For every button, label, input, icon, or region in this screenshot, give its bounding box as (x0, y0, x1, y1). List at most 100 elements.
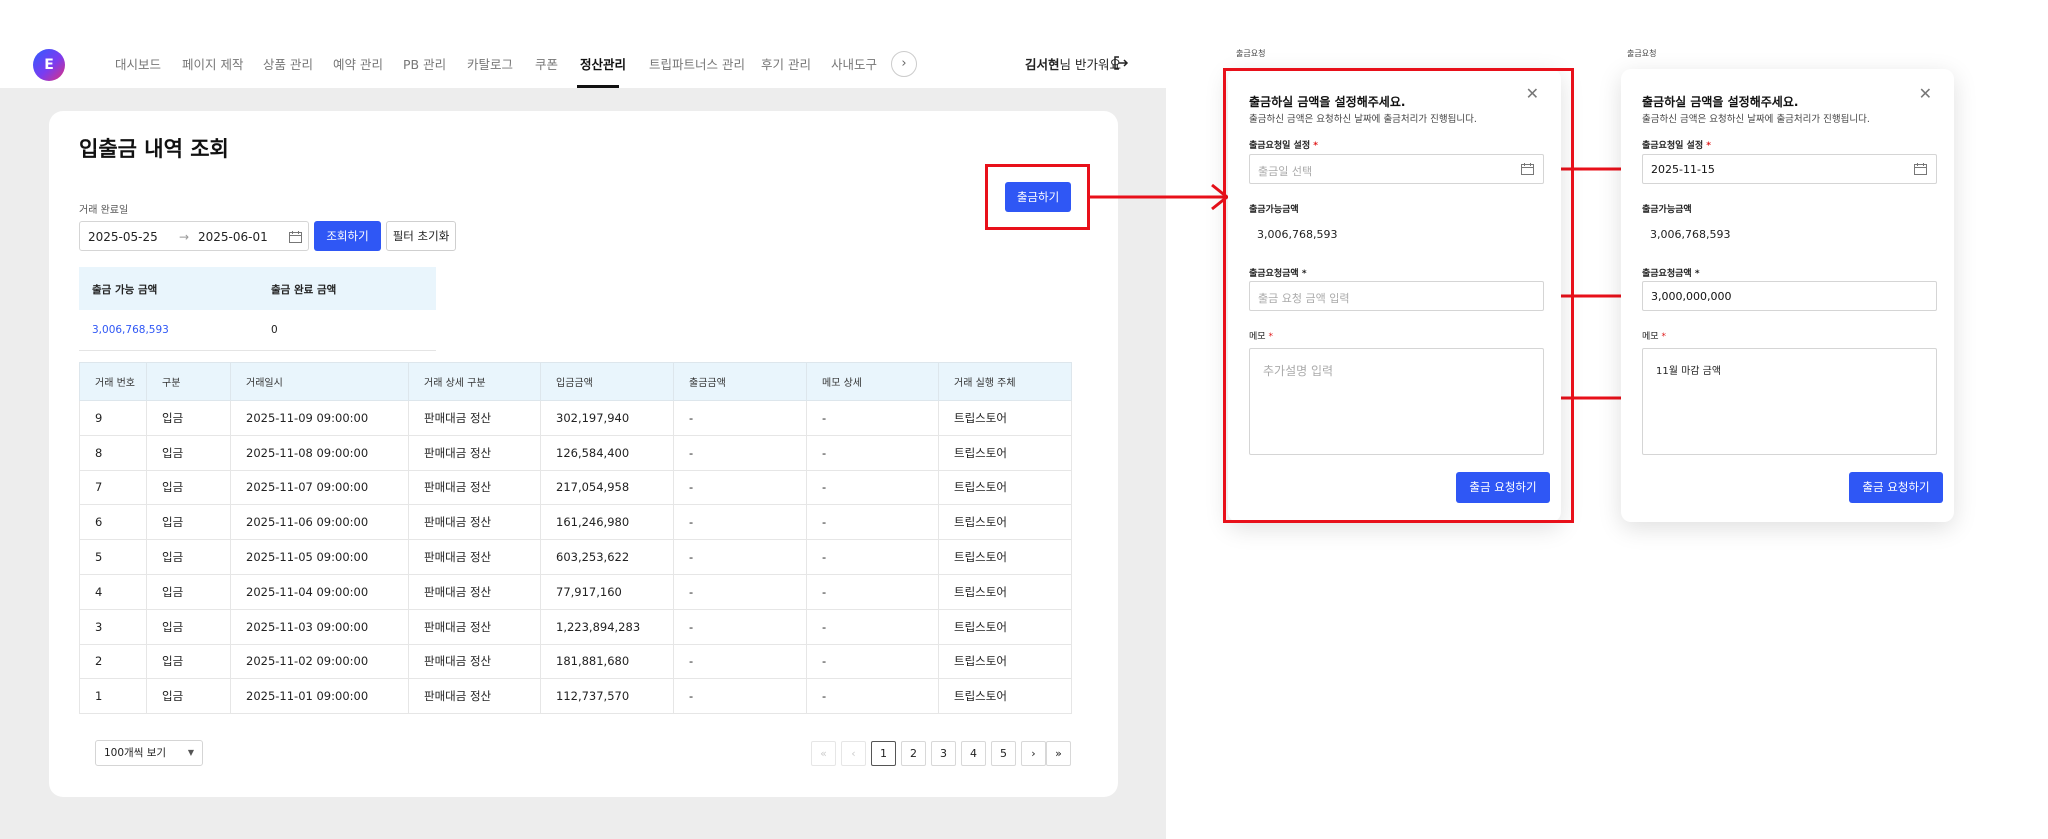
submit-withdraw-request-button[interactable]: 출금 요청하기 (1849, 472, 1943, 503)
first-page-button[interactable]: « (811, 741, 836, 766)
date-field-label: 출금요청일 설정 * (1642, 138, 1711, 151)
prev-page-button[interactable]: ‹ (841, 741, 866, 766)
table-row[interactable]: 1 입금 2025-11-01 09:00:00 판매대금 정산 112,737,570… (79, 678, 1072, 715)
table-row[interactable]: 9 입금 2025-11-09 09:00:00 판매대금 정산 302,197,940… (79, 400, 1072, 436)
memo-textarea[interactable]: 11월 마감 금액 (1642, 348, 1937, 455)
cell-deposit: 1,223,894,283 (540, 609, 674, 645)
cell-detail-type: 판매대금 정산 (408, 539, 541, 575)
cell-datetime: 2025-11-06 09:00:00 (230, 504, 409, 541)
available-amount: 3,006,768,593 (92, 324, 169, 336)
cell-detail-type: 판매대금 정산 (408, 644, 541, 680)
user-greeting: 김서현님 반가워요 (1025, 54, 1121, 73)
cell-datetime: 2025-11-09 09:00:00 (230, 400, 409, 436)
page-size-select[interactable]: 100개씩 보기 ▼ (95, 740, 203, 766)
cell-type: 입금 (146, 400, 231, 436)
cell-detail-type: 판매대금 정산 (408, 435, 541, 471)
calendar-icon[interactable] (289, 231, 302, 243)
table-row[interactable]: 6 입금 2025-11-06 09:00:00 판매대금 정산 161,246,980… (79, 504, 1072, 541)
cell-memo: - (806, 539, 939, 575)
nav-item-dashboard[interactable]: 대시보드 (115, 54, 161, 73)
date-to[interactable]: 2025-06-01 (198, 230, 268, 244)
nav-item-internal-tools[interactable]: 사내도구 (831, 54, 877, 73)
cell-deposit: 302,197,940 (540, 400, 674, 436)
cell-withdrawal: - (673, 609, 807, 645)
cell-executor: 트립스토어 (938, 470, 1072, 506)
date-label-text: 출금요청일 설정 (1642, 141, 1704, 151)
page-button-4[interactable]: 4 (961, 741, 986, 766)
cell-detail-type: 판매대금 정산 (408, 470, 541, 506)
memo-value: 11월 마감 금액 (1656, 366, 1722, 377)
search-button[interactable]: 조회하기 (314, 221, 381, 251)
close-icon[interactable]: ✕ (1919, 84, 1932, 103)
cell-withdrawal: - (673, 539, 807, 575)
cell-detail-type: 판매대금 정산 (408, 609, 541, 645)
table-row[interactable]: 5 입금 2025-11-05 09:00:00 판매대금 정산 603,253,622… (79, 539, 1072, 575)
summary-available-header: 출금 가능 금액 (92, 284, 158, 296)
amount-label-text: 출금요청금액 (1642, 269, 1692, 279)
table-row[interactable]: 2 입금 2025-11-02 09:00:00 판매대금 정산 181,881,680… (79, 644, 1072, 680)
date-range-label: 거래 완료일 (79, 205, 129, 216)
cell-executor: 트립스토어 (938, 644, 1072, 680)
cell-deposit: 112,737,570 (540, 678, 674, 715)
nav-item-pb[interactable]: PB 관리 (403, 54, 446, 73)
cell-executor: 트립스토어 (938, 435, 1072, 471)
cell-detail-type: 판매대금 정산 (408, 400, 541, 436)
cell-tx-no: 4 (79, 574, 147, 610)
completed-amount: 0 (271, 324, 278, 336)
table-row[interactable]: 8 입금 2025-11-08 09:00:00 판매대금 정산 126,584,400… (79, 435, 1072, 471)
top-navigation: E 대시보드 페이지 제작 상품 관리 예약 관리 PB 관리 카탈로그 쿠폰 … (0, 0, 1166, 88)
logout-icon[interactable] (1113, 55, 1129, 71)
page-button-1[interactable]: 1 (871, 741, 896, 766)
nav-item-reservations[interactable]: 예약 관리 (333, 54, 383, 73)
date-range-picker[interactable]: 2025-05-25 → 2025-06-01 (79, 221, 309, 251)
memo-label-text: 메모 (1642, 332, 1659, 342)
chevron-right-icon[interactable]: › (891, 51, 917, 77)
cell-withdrawal: - (673, 644, 807, 680)
nav-item-products[interactable]: 상품 관리 (263, 54, 313, 73)
cell-executor: 트립스토어 (938, 678, 1072, 715)
nav-item-coupons[interactable]: 쿠폰 (535, 54, 558, 73)
cell-memo: - (806, 574, 939, 610)
withdraw-date-input[interactable]: 2025-11-15 (1642, 154, 1937, 184)
date-value: 2025-11-15 (1651, 163, 1715, 176)
cell-type: 입금 (146, 504, 231, 541)
last-page-button[interactable]: » (1046, 741, 1071, 766)
cell-tx-no: 8 (79, 435, 147, 471)
amount-field-label: 출금요청금액 * (1642, 266, 1700, 279)
nav-item-trip-partners[interactable]: 트립파트너스 관리 (649, 54, 745, 73)
page-button-5[interactable]: 5 (991, 741, 1016, 766)
calendar-icon[interactable] (1914, 163, 1927, 175)
cell-memo: - (806, 470, 939, 506)
page-button-3[interactable]: 3 (931, 741, 956, 766)
col-header-tx-no: 거래 번호 (79, 362, 147, 401)
modal-subtitle: 출금하신 금액은 요청하신 날짜에 출금처리가 진행됩니다. (1642, 114, 1870, 125)
cell-memo: - (806, 504, 939, 541)
nav-item-settlement[interactable]: 정산관리 (580, 54, 626, 73)
cell-tx-no: 3 (79, 609, 147, 645)
cell-type: 입금 (146, 539, 231, 575)
table-row[interactable]: 7 입금 2025-11-07 09:00:00 판매대금 정산 217,054,958… (79, 470, 1072, 506)
nav-item-reviews[interactable]: 후기 관리 (761, 54, 811, 73)
cell-deposit: 161,246,980 (540, 504, 674, 541)
cell-memo: - (806, 609, 939, 645)
withdraw-amount-input[interactable]: 3,000,000,000 (1642, 281, 1937, 311)
col-header-executor: 거래 실행 주체 (938, 362, 1072, 401)
modal-title: 출금하실 금액을 설정해주세요. (1642, 95, 1799, 109)
nav-item-catalog[interactable]: 카탈로그 (467, 54, 513, 73)
app-logo[interactable]: E (33, 49, 65, 81)
page-button-2[interactable]: 2 (901, 741, 926, 766)
available-value: 3,006,768,593 (1650, 228, 1731, 241)
table-row[interactable]: 3 입금 2025-11-03 09:00:00 판매대금 정산 1,223,894,2… (79, 609, 1072, 645)
reset-filter-button[interactable]: 필터 초기화 (386, 221, 456, 251)
nav-item-page-builder[interactable]: 페이지 제작 (182, 54, 243, 73)
cell-datetime: 2025-11-08 09:00:00 (230, 435, 409, 471)
cell-datetime: 2025-11-01 09:00:00 (230, 678, 409, 715)
cell-detail-type: 판매대금 정산 (408, 574, 541, 610)
withdraw-button-highlight (985, 164, 1090, 230)
cell-withdrawal: - (673, 504, 807, 541)
next-page-button[interactable]: › (1021, 741, 1046, 766)
cell-memo: - (806, 678, 939, 715)
modal-caption: 출금요청 (1236, 49, 1266, 58)
date-from[interactable]: 2025-05-25 (88, 230, 158, 244)
table-row[interactable]: 4 입금 2025-11-04 09:00:00 판매대금 정산 77,917,160-… (79, 574, 1072, 610)
